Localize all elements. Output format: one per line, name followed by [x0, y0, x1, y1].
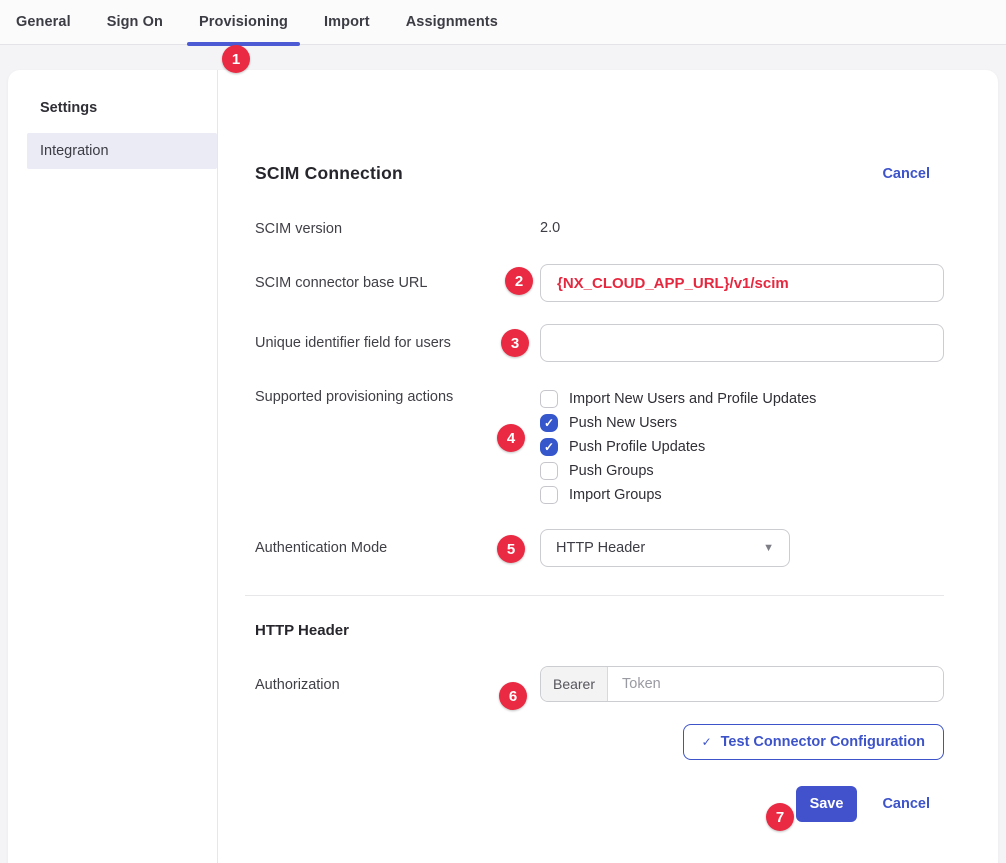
sidebar-item-label: Integration [40, 143, 109, 159]
checkbox-push-groups[interactable]: Push Groups [540, 459, 944, 483]
scim-version-row: SCIM version 2.0 [255, 220, 944, 238]
test-connector-label: Test Connector Configuration [721, 734, 925, 750]
chevron-down-icon: ▼ [763, 542, 774, 554]
token-input[interactable] [608, 667, 943, 701]
annotation-badge-5: 5 [497, 535, 525, 563]
unique-identifier-input[interactable] [540, 324, 944, 362]
annotation-badge-4: 4 [497, 424, 525, 452]
provisioning-actions-label: Supported provisioning actions [255, 384, 540, 406]
annotation-badge-2: 2 [505, 267, 533, 295]
provisioning-card: Settings Integration SCIM Connection Can… [8, 70, 998, 863]
base-url-row: SCIM connector base URL [255, 264, 944, 302]
check-icon: ✓ [702, 735, 712, 749]
authorization-input-group: Bearer [540, 666, 944, 702]
bearer-prefix: Bearer [541, 667, 608, 701]
scim-connection-form: SCIM Connection Cancel SCIM version 2.0 … [218, 70, 998, 863]
cancel-link-bottom[interactable]: Cancel [882, 796, 930, 812]
annotation-badge-3: 3 [501, 329, 529, 357]
save-button[interactable]: Save [796, 786, 858, 822]
test-connector-configuration-button[interactable]: ✓ Test Connector Configuration [683, 724, 944, 760]
page-title: SCIM Connection [255, 163, 403, 184]
tab-assignments[interactable]: Assignments [406, 0, 498, 45]
settings-sidebar: Settings Integration [8, 70, 218, 863]
checkbox-icon[interactable] [540, 414, 558, 432]
unique-id-label: Unique identifier field for users [255, 324, 540, 352]
scim-version-value: 2.0 [540, 220, 944, 236]
tab-sign-on[interactable]: Sign On [107, 0, 163, 45]
checkbox-import-groups[interactable]: Import Groups [540, 483, 944, 507]
tab-import[interactable]: Import [324, 0, 370, 45]
tab-provisioning[interactable]: Provisioning [199, 0, 288, 45]
checkbox-push-new-users[interactable]: Push New Users [540, 411, 944, 435]
checkbox-icon[interactable] [540, 462, 558, 480]
checkbox-import-new-users-profile-updates[interactable]: Import New Users and Profile Updates [540, 387, 944, 411]
base-url-input[interactable] [540, 264, 944, 302]
checkbox-icon[interactable] [540, 486, 558, 504]
authorization-row: Authorization Bearer [255, 666, 944, 702]
base-url-label: SCIM connector base URL [255, 264, 540, 292]
sidebar-item-integration[interactable]: Integration [27, 133, 217, 169]
sidebar-header: Settings [8, 100, 217, 116]
auth-mode-selected-value: HTTP Header [556, 540, 645, 556]
auth-mode-row: Authentication Mode HTTP Header ▼ [255, 529, 944, 567]
authorization-label: Authorization [255, 666, 540, 694]
checkbox-push-profile-updates[interactable]: Push Profile Updates [540, 435, 944, 459]
provisioning-actions-row: Supported provisioning actions Import Ne… [255, 384, 944, 507]
scim-version-label: SCIM version [255, 220, 540, 238]
section-divider [245, 595, 944, 596]
unique-id-row: Unique identifier field for users [255, 324, 944, 362]
provisioning-actions-list: Import New Users and Profile Updates Pus… [540, 384, 944, 507]
cancel-link-top[interactable]: Cancel [882, 166, 930, 182]
auth-mode-select[interactable]: HTTP Header ▼ [540, 529, 790, 567]
annotation-badge-6: 6 [499, 682, 527, 710]
tab-general[interactable]: General [16, 0, 71, 45]
annotation-badge-7: 7 [766, 803, 794, 831]
http-header-section-title: HTTP Header [255, 622, 944, 639]
annotation-badge-1: 1 [222, 45, 250, 73]
checkbox-icon[interactable] [540, 438, 558, 456]
app-tabbar: General Sign On Provisioning Import Assi… [0, 0, 1006, 45]
checkbox-icon[interactable] [540, 390, 558, 408]
